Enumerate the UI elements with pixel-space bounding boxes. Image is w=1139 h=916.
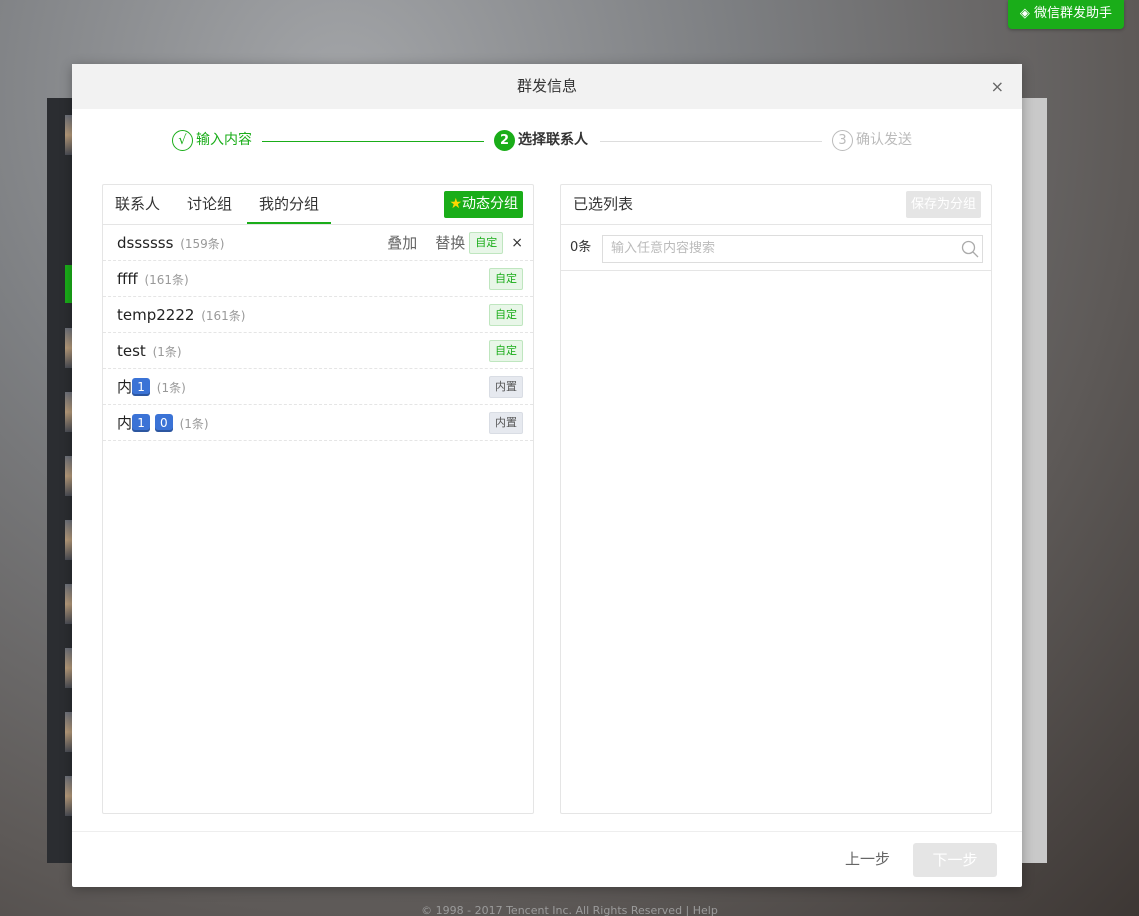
tab-my-groups[interactable]: 我的分组 [247, 185, 332, 224]
step-select-contacts: 2 选择联系人 [494, 128, 588, 152]
step-number: 3 [832, 129, 853, 151]
replace-button[interactable]: 替换 [435, 225, 465, 261]
step-indicator: √ 输入内容 2 选择联系人 3 确认发送 [72, 128, 1022, 154]
group-name: temp2222 [117, 306, 195, 324]
step-label: 输入内容 [196, 132, 252, 148]
append-button[interactable]: 叠加 [387, 225, 417, 261]
close-icon[interactable]: × [991, 64, 1004, 109]
custom-badge: 自定 [489, 304, 523, 326]
step-number: 2 [494, 129, 515, 151]
group-name: ffff [117, 270, 138, 288]
keycap-digit-icon: 1 [132, 378, 151, 396]
search-icon[interactable] [961, 240, 979, 258]
group-name: 内 [117, 414, 133, 432]
save-as-group-button[interactable]: 保存为分组 [905, 191, 981, 218]
tab-contacts[interactable]: 联系人 [115, 185, 160, 224]
step-connector-done [262, 141, 484, 142]
tab-discussion-groups[interactable]: 讨论组 [187, 185, 232, 224]
keycap-digit-icon: 0 [154, 414, 173, 432]
group-name: 内 [117, 378, 133, 396]
previous-step-button[interactable]: 上一步 [845, 848, 890, 869]
step-label: 确认发送 [856, 132, 912, 148]
builtin-badge: 内置 [489, 412, 523, 434]
dialog-title: 群发信息 [516, 77, 577, 95]
dynamic-group-label: 动态分组 [462, 196, 518, 212]
custom-badge: 自定 [489, 340, 523, 362]
source-tabs: 联系人 讨论组 我的分组 ★动态分组 [103, 185, 533, 225]
custom-badge: 自定 [469, 232, 504, 254]
group-name: dssssss [117, 234, 174, 252]
group-count: (1条) [156, 381, 186, 395]
group-row-actions: 叠加 替换 自定 × [369, 225, 523, 261]
step-connector-pending [600, 141, 822, 142]
selected-list-panel: 已选列表 保存为分组 0条 输入任意内容搜索 [560, 184, 992, 814]
step-label: 选择联系人 [518, 132, 588, 148]
dialog-footer: 上一步 下一步 [72, 831, 1022, 887]
next-step-button[interactable]: 下一步 [913, 843, 997, 877]
selected-search-row: 0条 输入任意内容搜索 [561, 225, 991, 271]
group-count: (159条) [180, 237, 225, 251]
mass-message-dialog: 群发信息 × √ 输入内容 2 选择联系人 3 确认发送 联系人 讨论组 我的分… [72, 64, 1022, 887]
group-source-panel: 联系人 讨论组 我的分组 ★动态分组 dssssss (159条) 叠加 替换 … [102, 184, 534, 814]
custom-badge: 自定 [489, 268, 523, 290]
selected-count: 0条 [570, 240, 592, 255]
wechat-mass-helper-button[interactable]: ◈ 微信群发助手 [1007, 0, 1124, 29]
group-count: (161条) [201, 309, 246, 323]
copyright-footer: © 1998 - 2017 Tencent Inc. All Rights Re… [421, 904, 718, 916]
group-count: (161条) [144, 273, 189, 287]
dialog-header: 群发信息 × [72, 64, 1022, 109]
selected-search-input[interactable]: 输入任意内容搜索 [602, 235, 983, 263]
star-icon: ★ [449, 196, 462, 212]
dynamic-group-button[interactable]: ★动态分组 [444, 191, 523, 218]
group-row[interactable]: ffff (161条) 自定 [103, 261, 533, 297]
group-row[interactable]: 内1 0 (1条) 内置 [103, 405, 533, 441]
group-row[interactable]: temp2222 (161条) 自定 [103, 297, 533, 333]
builtin-badge: 内置 [489, 376, 523, 398]
group-row[interactable]: dssssss (159条) 叠加 替换 自定 × [103, 225, 533, 261]
step-input-content: √ 输入内容 [172, 128, 252, 152]
remove-icon[interactable]: × [511, 225, 523, 261]
selected-list-title: 已选列表 [573, 195, 634, 213]
group-row[interactable]: 内1 (1条) 内置 [103, 369, 533, 405]
check-icon: √ [172, 129, 193, 151]
selected-list-header: 已选列表 保存为分组 [561, 185, 991, 225]
group-row[interactable]: test (1条) 自定 [103, 333, 533, 369]
step-confirm-send: 3 确认发送 [832, 128, 912, 152]
group-count: (1条) [152, 345, 182, 359]
keycap-digit-icon: 1 [132, 414, 151, 432]
group-count: (1条) [179, 417, 209, 431]
group-name: test [117, 342, 146, 360]
